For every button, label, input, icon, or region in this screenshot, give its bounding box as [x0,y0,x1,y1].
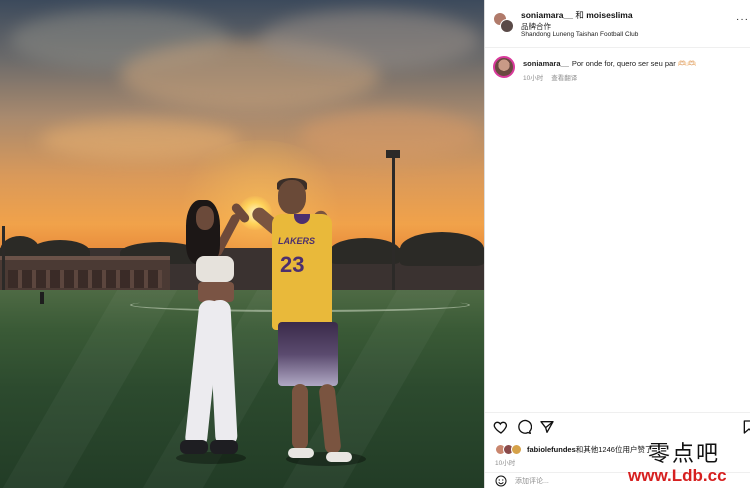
emoji-icon[interactable] [495,475,507,487]
collab-usernames: soniamara__ 和 moiseslima [521,9,633,21]
comment-input[interactable]: 添加评论... [515,476,549,486]
more-options-button[interactable]: ··· [736,14,749,25]
collab-avatars[interactable] [493,12,515,34]
translate-link[interactable]: 查看翻译 [551,75,577,82]
lakers-jersey: LAKERS 23 [272,214,332,330]
avatar [511,444,522,455]
share-icon[interactable] [539,419,555,435]
watermark-url: www.Ldb.cc [628,466,727,485]
username-link[interactable]: soniamara__ [521,10,573,20]
post-caption: soniamara__ Por onde for, quero ser seu p… [523,59,696,68]
bookmark-icon[interactable] [741,419,750,435]
caption-username[interactable]: soniamara__ [523,59,569,68]
avatar[interactable] [500,19,514,33]
likes-text: fabiolefundes和其他1246位用户赞了 [527,444,652,455]
post-header: soniamara__ 和 moiseslima 品牌合作 Shandong L… [485,0,750,48]
likes-count-text: 和其他1246位用户赞了 [575,445,653,454]
post-timestamp: 10小时 [495,460,516,467]
location-link[interactable]: Shandong Luneng Taishan Football Club [521,31,638,38]
post-detail-panel: soniamara__ 和 moiseslima 品牌合作 Shandong L… [484,0,750,488]
joiner-text: 和 [575,10,584,20]
comment-icon[interactable] [516,419,532,435]
heart-icon[interactable] [493,419,509,435]
watermark-logo-text: 零点吧 [648,442,721,467]
post-photo[interactable]: LAKERS 23 [0,0,484,488]
jersey-number: 23 [280,252,305,277]
avatar[interactable] [493,56,515,78]
username-link[interactable]: moiseslima [586,10,632,20]
jersey-brand: LAKERS [278,236,316,246]
caption-text: Por onde for, quero ser seu par 🫶🏻🫶🏻 [571,59,697,68]
caption-time: 10小时 [523,75,544,82]
more-dots-icon: ··· [736,14,749,25]
liker-username[interactable]: fabiolefundes [527,445,576,454]
caption-meta: 10小时 查看翻译 [523,72,585,82]
